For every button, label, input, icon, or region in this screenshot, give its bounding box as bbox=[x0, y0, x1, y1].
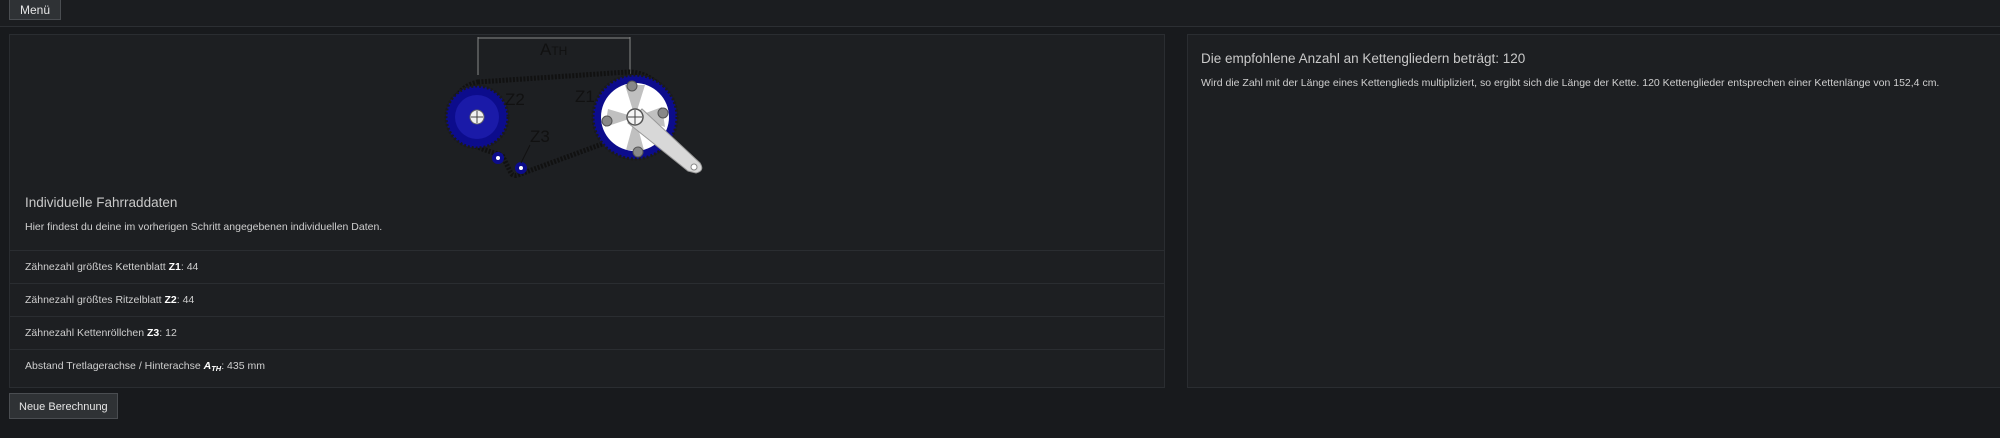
menu-button[interactable]: Menü bbox=[9, 0, 62, 20]
new-calculation-button[interactable]: Neue Berechnung bbox=[9, 393, 118, 419]
z3-label: Z3 bbox=[530, 127, 550, 146]
individual-data-description: Hier findest du deine im vorherigen Schr… bbox=[25, 221, 383, 233]
z1-value: 44 bbox=[186, 261, 199, 273]
chain-diagram: ATH Z2 Z3 Z1 bbox=[444, 37, 703, 178]
row-z2: Zähnezahl größtes Ritzelblatt Z2: 44 bbox=[10, 283, 1164, 316]
z1-label: Z1 bbox=[575, 87, 595, 106]
z3-value: 12 bbox=[165, 327, 177, 339]
row-z3: Zähnezahl Kettenröllchen Z3: 12 bbox=[10, 316, 1164, 349]
result-text: Wird die Zahl mit der Länge eines Ketten… bbox=[1201, 77, 1940, 89]
result-title: Die empfohlene Anzahl an Kettengliedern … bbox=[1201, 51, 1526, 66]
z2-value: 44 bbox=[182, 294, 195, 306]
bike-data-panel: ATH Z2 Z3 Z1 Individuelle Fahrraddaten H… bbox=[9, 34, 1165, 388]
result-panel: Die empfohlene Anzahl an Kettengliedern … bbox=[1187, 34, 2000, 388]
z2-label: Z2 bbox=[505, 90, 525, 109]
ath-value: 435 mm bbox=[227, 360, 265, 372]
row-ath: Abstand Tretlagerachse / Hinterachse ATH… bbox=[10, 349, 1164, 382]
top-bar: Menü bbox=[0, 0, 2000, 27]
row-z1: Zähnezahl größtes Kettenblatt Z1: 44 bbox=[10, 250, 1164, 283]
ath-label: ATH bbox=[540, 40, 567, 59]
individual-data-title: Individuelle Fahrraddaten bbox=[25, 195, 178, 210]
